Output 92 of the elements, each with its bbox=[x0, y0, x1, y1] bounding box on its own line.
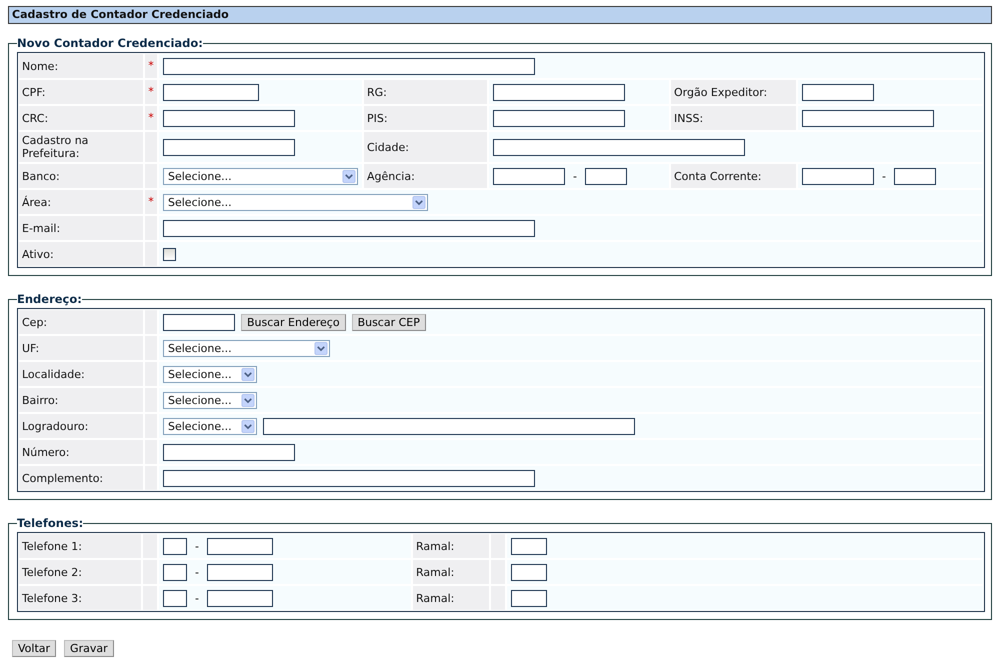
text-input[interactable] bbox=[163, 470, 535, 486]
chevron-down-icon bbox=[314, 342, 328, 354]
chevron-down-icon bbox=[241, 420, 255, 432]
text-input[interactable] bbox=[163, 58, 535, 74]
spacer-cell bbox=[491, 534, 505, 558]
text-input[interactable] bbox=[263, 418, 635, 434]
text-input[interactable] bbox=[163, 220, 535, 236]
field-label: INSS: bbox=[671, 106, 796, 130]
text-input[interactable] bbox=[163, 444, 295, 460]
separator-dash: - bbox=[194, 540, 200, 552]
action-button[interactable]: Buscar Endereço bbox=[241, 314, 346, 330]
text-input[interactable] bbox=[802, 168, 874, 184]
spacer-cell bbox=[145, 310, 157, 334]
field-label: Banco: bbox=[19, 164, 143, 188]
field-label: RG: bbox=[364, 80, 487, 104]
field-label: Cep: bbox=[19, 310, 143, 334]
field-label: CRC: bbox=[19, 106, 143, 130]
chevron-down-icon bbox=[342, 170, 356, 182]
text-input[interactable] bbox=[493, 138, 745, 156]
spacer-cell bbox=[491, 586, 505, 610]
separator-dash: - bbox=[194, 566, 200, 578]
spacer-cell bbox=[145, 466, 157, 490]
select-dropdown[interactable]: Selecione... bbox=[163, 194, 428, 210]
text-input[interactable] bbox=[206, 564, 273, 580]
chevron-down-icon bbox=[241, 368, 255, 380]
spacer-cell bbox=[143, 586, 157, 610]
field-label: Bairro: bbox=[19, 388, 143, 412]
section-legend: Novo Contador Credenciado: bbox=[17, 36, 203, 50]
text-input[interactable] bbox=[584, 168, 627, 184]
section-legend: Endereço: bbox=[17, 292, 82, 306]
field-label: Nome: bbox=[19, 54, 143, 78]
select-dropdown[interactable]: Selecione... bbox=[163, 392, 257, 408]
text-input[interactable] bbox=[802, 84, 874, 100]
field-label: Ramal: bbox=[413, 560, 489, 584]
field-label: Orgão Expeditor: bbox=[671, 80, 796, 104]
field-label: Complemento: bbox=[19, 466, 143, 490]
required-marker: * bbox=[145, 80, 157, 104]
field-label: Ramal: bbox=[413, 534, 489, 558]
text-input[interactable] bbox=[206, 538, 273, 554]
field-label: PIS: bbox=[364, 106, 487, 130]
text-input[interactable] bbox=[163, 590, 187, 606]
field-label: Agência: bbox=[364, 164, 487, 188]
field-label: Localidade: bbox=[19, 362, 143, 386]
field-label: Número: bbox=[19, 440, 143, 464]
text-input[interactable] bbox=[894, 168, 936, 184]
separator-dash: - bbox=[881, 170, 887, 182]
action-button[interactable]: Buscar CEP bbox=[352, 314, 426, 330]
field-label: UF: bbox=[19, 336, 143, 360]
text-input[interactable] bbox=[163, 138, 295, 156]
separator-dash: - bbox=[194, 592, 200, 604]
text-input[interactable] bbox=[163, 564, 187, 580]
form-button[interactable]: Gravar bbox=[64, 640, 114, 657]
field-label: Cidade: bbox=[364, 132, 487, 162]
text-input[interactable] bbox=[493, 110, 625, 126]
text-input[interactable] bbox=[163, 538, 187, 554]
text-input[interactable] bbox=[163, 314, 235, 330]
text-input[interactable] bbox=[163, 84, 259, 100]
chevron-down-icon bbox=[241, 394, 255, 406]
select-dropdown[interactable]: Selecione... bbox=[163, 418, 257, 434]
required-marker: * bbox=[145, 106, 157, 130]
select-dropdown[interactable]: Selecione... bbox=[163, 168, 358, 184]
field-label: Logradouro: bbox=[19, 414, 143, 438]
field-label: CPF: bbox=[19, 80, 143, 104]
field-label: Cadastro na Prefeitura: bbox=[19, 132, 143, 162]
text-input[interactable] bbox=[493, 168, 565, 184]
text-input[interactable] bbox=[493, 84, 625, 100]
text-input[interactable] bbox=[511, 590, 547, 606]
separator-dash: - bbox=[572, 170, 578, 182]
field-label: Ativo: bbox=[19, 242, 143, 266]
select-dropdown[interactable]: Selecione... bbox=[163, 366, 257, 382]
field-label: Ramal: bbox=[413, 586, 489, 610]
field-label: Área: bbox=[19, 190, 143, 214]
field-label: E-mail: bbox=[19, 216, 143, 240]
spacer-cell bbox=[145, 242, 157, 266]
required-marker: * bbox=[145, 190, 157, 214]
select-dropdown[interactable]: Selecione... bbox=[163, 340, 330, 356]
text-input[interactable] bbox=[511, 538, 547, 554]
text-input[interactable] bbox=[802, 110, 934, 126]
checkbox[interactable] bbox=[163, 248, 176, 260]
spacer-cell bbox=[143, 534, 157, 558]
required-marker: * bbox=[145, 54, 157, 78]
form-button[interactable]: Voltar bbox=[12, 640, 56, 657]
page-title-bar: Cadastro de Contador Credenciado bbox=[8, 6, 992, 24]
field-label: Conta Corrente: bbox=[671, 164, 796, 188]
field-label: Telefone 1: bbox=[19, 534, 141, 558]
field-label: Telefone 2: bbox=[19, 560, 141, 584]
section-legend: Telefones: bbox=[17, 516, 84, 530]
text-input[interactable] bbox=[163, 110, 295, 126]
chevron-down-icon bbox=[412, 196, 426, 208]
text-input[interactable] bbox=[206, 590, 273, 606]
text-input[interactable] bbox=[511, 564, 547, 580]
field-label: Telefone 3: bbox=[19, 586, 141, 610]
